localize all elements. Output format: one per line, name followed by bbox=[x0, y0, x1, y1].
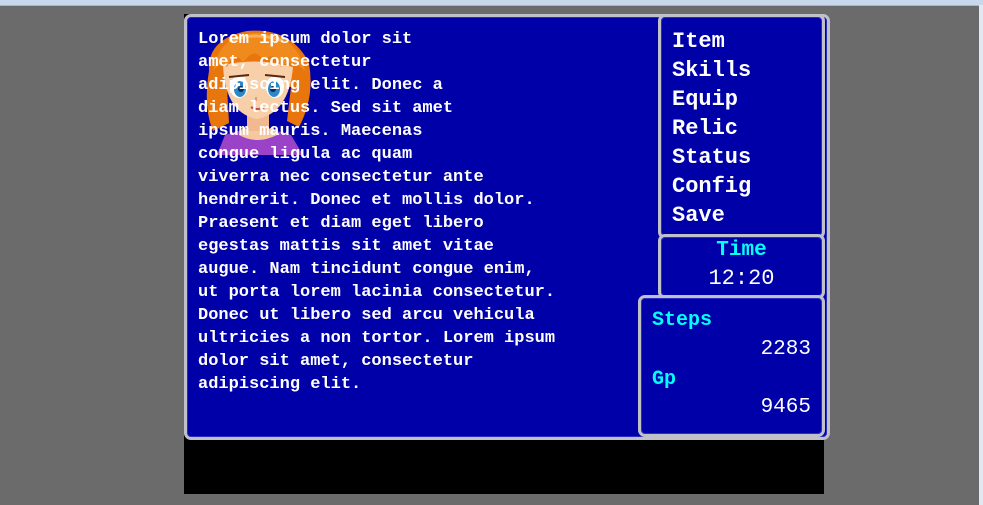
menu-item-save[interactable]: Save bbox=[672, 201, 751, 230]
menu-item-item[interactable]: Item bbox=[672, 27, 751, 56]
menu-item-equip[interactable]: Equip bbox=[672, 85, 751, 114]
time-label: Time bbox=[716, 239, 767, 262]
gp-label: Gp bbox=[652, 368, 677, 391]
host-window-top-strip bbox=[0, 0, 983, 6]
menu-item-config[interactable]: Config bbox=[672, 172, 751, 201]
menu-item-status[interactable]: Status bbox=[672, 143, 751, 172]
time-value: 12:20 bbox=[708, 266, 775, 291]
menu-item-skills[interactable]: Skills bbox=[672, 56, 751, 85]
steps-label: Steps bbox=[652, 309, 713, 332]
menu-item-relic[interactable]: Relic bbox=[672, 114, 751, 143]
steps-value: 2283 bbox=[760, 338, 811, 361]
host-window-right-edge bbox=[979, 5, 983, 505]
command-menu: Item Skills Equip Relic Status Config Sa… bbox=[672, 27, 751, 230]
gp-value: 9465 bbox=[760, 396, 811, 419]
dialog-text: Lorem ipsum dolor sit amet, consectetur … bbox=[198, 30, 556, 394]
